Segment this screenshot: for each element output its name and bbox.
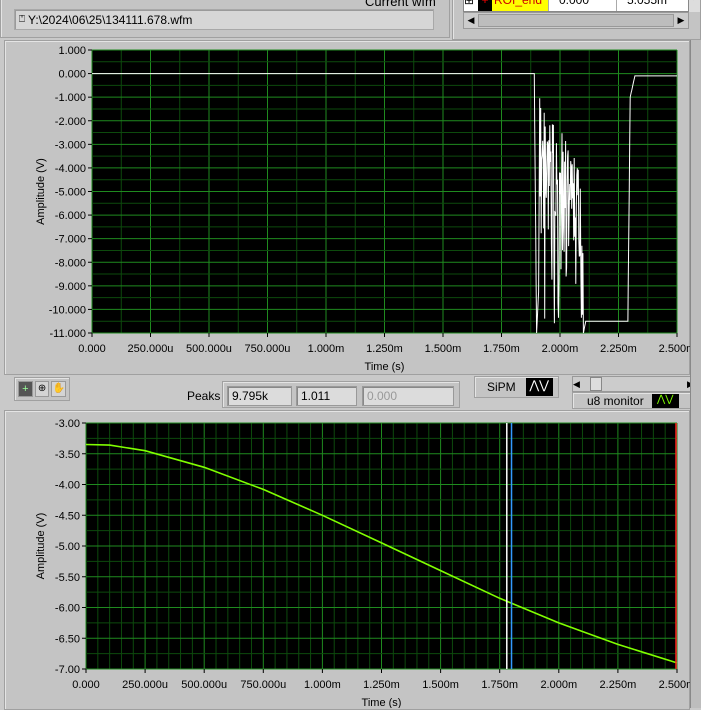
path-icon: ⍞ [19, 14, 25, 25]
panel-edge [690, 40, 701, 708]
roi-table-row[interactable]: ⊞ + ROI_end 0.000 5.055m [463, 0, 689, 12]
y-tick-label: -5.50 [55, 572, 80, 584]
monitor-plot-icon: ⋀⋁ [651, 393, 679, 408]
top-graph[interactable]: 1.000 0.000 -1.000 -2.000 -3.000 -4.000 -5.000… [0, 40, 701, 376]
x-tick-label: 750.000u [245, 343, 291, 355]
x-tick-label: 500.000u [181, 679, 227, 691]
x-tick-label: 0.000 [78, 343, 106, 355]
y-tick-label: -3.000 [55, 139, 86, 151]
file-path-text: Y:\2024\06\25\134111.678.wfm [28, 12, 193, 27]
y-axis-label: Amplitude (V) [35, 158, 47, 225]
y-tick-label: -4.000 [55, 163, 86, 175]
cursor-marker-icon: + [478, 0, 492, 11]
file-path-field[interactable]: ⍞ Y:\2024\06\25\134111.678.wfm [14, 9, 434, 30]
slider-thumb[interactable] [590, 377, 602, 391]
y-tick-label: -6.50 [55, 633, 80, 645]
hand-icon[interactable]: ✋ [51, 381, 67, 397]
y-tick-label: -3.50 [55, 449, 80, 461]
y-tick-label: -7.00 [55, 664, 80, 676]
y-tick-label: -4.00 [55, 480, 80, 492]
x-tick-label: 1.750m [481, 679, 518, 691]
x-tick-label: 2.250m [600, 679, 637, 691]
y-tick-label: -9.000 [55, 281, 86, 293]
crosshair-icon[interactable]: + [18, 381, 33, 397]
peak-value-2[interactable]: 1.011 [296, 386, 357, 406]
peak-value-3[interactable]: 0.000 [362, 386, 454, 406]
scroll-left-icon[interactable]: ◀ [464, 15, 478, 26]
monitor-legend[interactable]: u8 monitor ⋀⋁ [572, 392, 692, 409]
roi-name-cell[interactable]: ROI_end [492, 0, 548, 11]
y-tick-label: -10.000 [49, 304, 86, 316]
graph-palette: + ⊕ ✋ [14, 377, 70, 401]
x-tick-label: 1.000m [304, 679, 341, 691]
scroll-thumb[interactable] [478, 14, 674, 27]
x-tick-label: 1.500m [422, 679, 459, 691]
x-tick-label: 2.250m [600, 343, 637, 355]
y-tick-label: -1.000 [55, 92, 86, 104]
expand-icon[interactable]: ⊞ [464, 0, 478, 11]
peaks-label: Peaks [187, 389, 221, 403]
waveform-slider[interactable]: ◀ ▶ [572, 376, 700, 392]
x-tick-label: 1.750m [483, 343, 520, 355]
x-tick-label: 2.000m [542, 343, 579, 355]
y-tick-label: -5.000 [55, 187, 86, 199]
current-wfm-label: Current wfm [365, 0, 436, 9]
scroll-right-icon[interactable]: ▶ [674, 15, 688, 26]
x-tick-label: 500.000u [186, 343, 232, 355]
x-tick-label: 1.250m [366, 343, 403, 355]
x-axis-label: Time (s) [362, 697, 402, 708]
y-tick-label: -8.000 [55, 257, 86, 269]
slider-left-icon[interactable]: ◀ [573, 379, 585, 390]
x-tick-label: 0.000 [72, 679, 100, 691]
x-axis-label: Time (s) [365, 361, 405, 373]
y-tick-label: 1.000 [58, 45, 86, 57]
monitor-label: u8 monitor [587, 393, 644, 408]
y-tick-label: -4.50 [55, 510, 80, 522]
x-tick-label: 250.000u [128, 343, 174, 355]
x-tick-label: 750.000u [240, 679, 286, 691]
x-tick-label: 1.500m [425, 343, 462, 355]
y-tick-label: -6.000 [55, 210, 86, 222]
y-tick-label: -11.000 [50, 328, 87, 340]
x-tick-label: 250.000u [122, 679, 168, 691]
y-tick-label: -6.00 [55, 603, 80, 615]
x-tick-label: 1.250m [363, 679, 400, 691]
sipm-plot-icon: ⋀⋁ [525, 378, 553, 396]
y-tick-label: -5.00 [55, 541, 80, 553]
sipm-legend[interactable]: SiPM ⋀⋁ [474, 376, 559, 398]
y-tick-label: -2.000 [55, 116, 86, 128]
roi-value2-cell[interactable]: 5.055m [616, 0, 686, 11]
table-hscroll[interactable]: ◀ ▶ [463, 12, 689, 29]
roi-value1-cell[interactable]: 0.000 [548, 0, 616, 11]
y-tick-label: 0.000 [58, 69, 86, 81]
y-axis-label: Amplitude (V) [35, 513, 47, 580]
sipm-label: SiPM [487, 380, 516, 394]
peak-value-1[interactable]: 9.795k [227, 386, 292, 406]
y-tick-label: -7.000 [55, 234, 86, 246]
bottom-graph[interactable]: -3.00 -3.50 -4.00 -4.50 -5.00 -5.50 -6.00 -6.50… [0, 410, 701, 708]
zoom-icon[interactable]: ⊕ [34, 381, 50, 397]
x-tick-label: 1.000m [308, 343, 345, 355]
y-tick-label: -3.00 [55, 418, 80, 430]
x-tick-label: 2.000m [540, 679, 577, 691]
table-vscroll[interactable]: ▼ [689, 0, 700, 12]
